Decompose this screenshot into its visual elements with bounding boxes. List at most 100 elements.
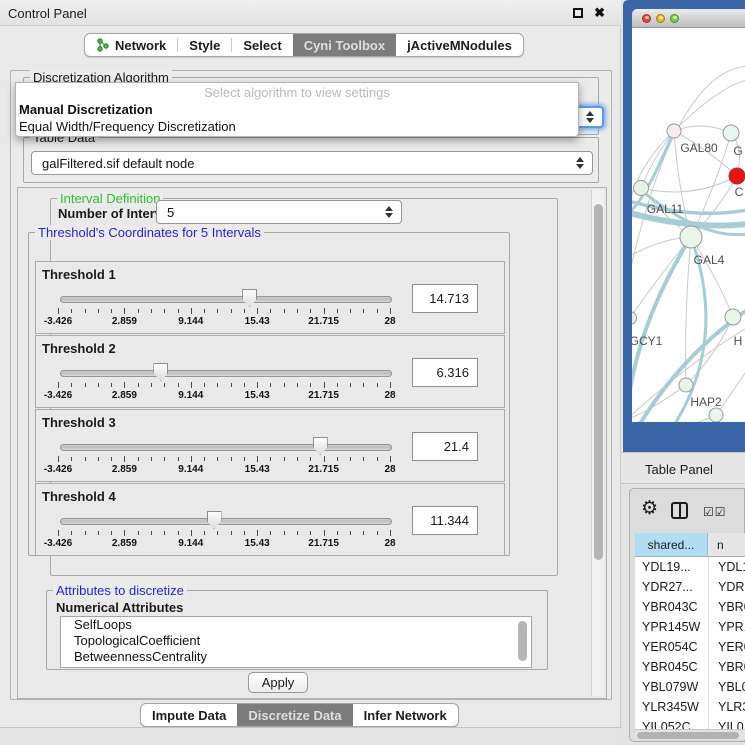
threshold-value-field[interactable]: 6.316 — [412, 358, 478, 387]
slider-track[interactable] — [60, 370, 392, 377]
attribute-list[interactable]: SelfLoopsTopologicalCoefficientBetweenne… — [60, 616, 532, 668]
slider-tick — [85, 457, 86, 461]
network-node-GCY1[interactable] — [632, 312, 637, 325]
threshold-value-field[interactable]: 21.4 — [412, 432, 478, 461]
network-node-label: C — [735, 185, 744, 199]
table-row[interactable]: YER054CYER0 — [635, 637, 745, 657]
combo-value: galFiltered.sif default node — [42, 156, 194, 171]
tab-infer-network[interactable]: Infer Network — [353, 704, 458, 726]
table-data-combobox[interactable]: galFiltered.sif default node — [31, 151, 593, 175]
slider-tick — [257, 308, 258, 314]
slider-handle[interactable] — [313, 437, 328, 455]
slider-tick — [58, 530, 59, 536]
slider-handle[interactable] — [153, 363, 168, 381]
slider-handle[interactable] — [207, 511, 222, 529]
table-row[interactable]: YLR345WYLR3 — [635, 697, 745, 717]
table-row[interactable]: YBL079WYBL0 — [635, 677, 745, 697]
bottom-tab-bar: Impute Data Discretize Data Infer Networ… — [140, 703, 459, 727]
network-edge[interactable] — [641, 176, 737, 192]
apply-button[interactable]: Apply — [248, 672, 308, 693]
network-edge[interactable] — [674, 80, 745, 131]
slider-track[interactable] — [60, 296, 392, 303]
slider-tick — [363, 309, 364, 313]
minimize-traffic-light-icon[interactable] — [656, 14, 665, 23]
top-tab-bar: Network Style Select Cyni Toolbox jActiv… — [84, 33, 524, 57]
zoom-traffic-light-icon[interactable] — [670, 14, 679, 23]
slider-tick-label: 2.859 — [100, 316, 148, 327]
dropdown-item-manual-discretization[interactable]: Manual Discretization — [16, 101, 578, 118]
close-traffic-light-icon[interactable] — [642, 14, 651, 23]
network-node-GAL11[interactable] — [634, 181, 649, 196]
table-row[interactable]: YIL052CYIL0 — [635, 717, 745, 729]
slider-tick — [71, 309, 72, 313]
network-node-node-b[interactable] — [709, 408, 723, 422]
horizontal-scrollbar[interactable] — [635, 729, 745, 740]
tab-style[interactable]: Style — [178, 34, 231, 56]
float-window-icon[interactable] — [573, 8, 583, 18]
network-canvas[interactable]: GAL80GCGAL11GAL4GCY1HHAP2 — [632, 28, 745, 422]
slider-tick — [151, 383, 152, 387]
network-node-node-g[interactable] — [723, 125, 739, 141]
number-of-intervals-combobox[interactable]: 5 — [156, 200, 402, 224]
table-row[interactable]: YBR043CYBR0 — [635, 597, 745, 617]
tab-label: Discretize Data — [248, 708, 341, 723]
control-panel-titlebar: Control Panel ✖ — [0, 0, 621, 26]
slider-tick — [324, 382, 325, 388]
slider-tick-label: -3.426 — [34, 316, 82, 327]
slider-tick — [164, 531, 165, 535]
tab-network[interactable]: Network — [85, 34, 177, 56]
network-window-titlebar[interactable] — [632, 9, 745, 28]
network-edge[interactable] — [632, 66, 745, 290]
threshold-value-field[interactable]: 14.713 — [412, 284, 478, 313]
tab-discretize-data[interactable]: Discretize Data — [237, 704, 352, 726]
tab-jactivemnodules[interactable]: jActiveMNodules — [396, 34, 523, 56]
thresholds-group: Threshold's Coordinates for 5 Intervals … — [28, 232, 510, 556]
close-icon[interactable]: ✖ — [594, 5, 605, 21]
slider-tick — [284, 531, 285, 535]
network-edge[interactable] — [674, 126, 731, 133]
tab-cyni-toolbox[interactable]: Cyni Toolbox — [293, 34, 396, 56]
split-columns-icon[interactable] — [671, 502, 688, 519]
tab-select[interactable]: Select — [232, 34, 292, 56]
slider-tick — [98, 531, 99, 535]
table-column-header[interactable]: shared... — [635, 533, 708, 557]
network-graph: GAL80GCGAL11GAL4GCY1HHAP2 — [632, 28, 745, 422]
slider-track[interactable] — [60, 444, 392, 451]
attribute-list-item[interactable]: SelfLoops — [61, 617, 531, 633]
slider-track[interactable] — [60, 518, 392, 525]
threshold-value-field[interactable]: 11.344 — [412, 506, 478, 535]
gear-icon[interactable]: ⚙ — [641, 497, 658, 519]
table-row[interactable]: YDL19...YDL1 — [635, 557, 745, 577]
table-row[interactable]: YDR27...YDR2 — [635, 577, 745, 597]
dropdown-item-equal-width[interactable]: Equal Width/Frequency Discretization — [16, 118, 578, 135]
group-title: Interval Definition — [57, 191, 163, 206]
table-row[interactable]: YPR145WYPR1 — [635, 617, 745, 637]
table-row[interactable]: YBR045CYBR0 — [635, 657, 745, 677]
network-node-GAL4[interactable] — [680, 226, 702, 248]
network-node-HAP2[interactable] — [679, 378, 693, 392]
network-node-node-red[interactable] — [729, 168, 745, 184]
attribute-list-item[interactable]: TopologicalCoefficient — [61, 633, 531, 649]
select-columns-checkbox-icons[interactable]: ☑☑ — [703, 505, 727, 519]
network-edge[interactable] — [662, 415, 716, 422]
scrollbar-thumb[interactable] — [594, 204, 603, 560]
slider-handle[interactable] — [242, 289, 257, 307]
network-node-GAL80[interactable] — [667, 124, 681, 138]
slider-tick — [257, 530, 258, 536]
table-body: YDL19...YDL1YDR27...YDR2YBR043CYBR0YPR14… — [635, 557, 745, 729]
table-column-header[interactable]: n — [708, 533, 745, 557]
vertical-scrollbar[interactable] — [591, 190, 604, 696]
slider-tick — [324, 456, 325, 462]
network-edge[interactable] — [632, 385, 686, 420]
network-node-node-h[interactable] — [725, 309, 741, 325]
network-node-label: H — [734, 334, 743, 348]
network-edge[interactable] — [691, 237, 733, 317]
scrollbar-thumb[interactable] — [518, 621, 527, 661]
slider-tick — [191, 382, 192, 388]
scrollbar-thumb[interactable] — [637, 732, 739, 739]
slider-tick — [124, 456, 125, 462]
slider-tick-label: 28 — [366, 538, 414, 549]
combo-arrows-icon — [576, 157, 584, 169]
tab-impute-data[interactable]: Impute Data — [141, 704, 237, 726]
attribute-list-item[interactable]: BetweennessCentrality — [61, 649, 531, 665]
